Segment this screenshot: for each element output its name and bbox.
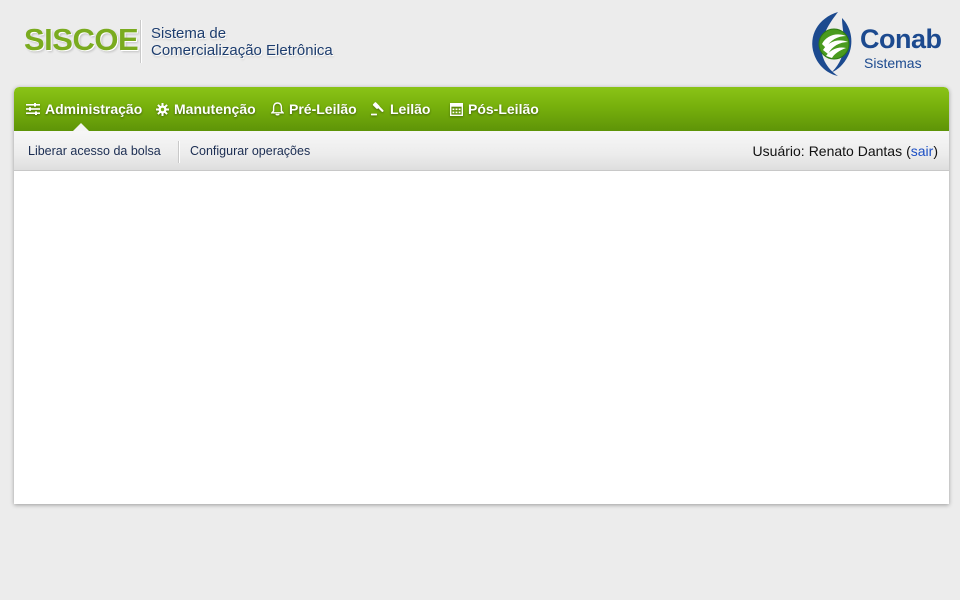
- menu-item-label: Pré-Leilão: [289, 101, 357, 117]
- system-name: Sistema de Comercialização Eletrônica: [151, 25, 333, 59]
- submenu-divider: [178, 141, 179, 163]
- conab-emblem-icon: [812, 12, 852, 76]
- menu-item-label: Pós-Leilão: [468, 101, 539, 117]
- menu-item-manutencao[interactable]: Manutenção: [156, 87, 256, 131]
- menu-item-pos-leilao[interactable]: Pós-Leilão: [450, 87, 539, 131]
- logout-close-paren: ): [933, 142, 938, 159]
- siscoe-logo[interactable]: SISCOE: [24, 24, 139, 55]
- menu-item-label: Administração: [45, 101, 143, 117]
- conab-logo[interactable]: Conab Sistemas: [808, 10, 948, 76]
- gavel-icon: [371, 102, 384, 116]
- menu-item-leilao[interactable]: Leilão: [371, 87, 430, 131]
- user-label: Usuário:: [752, 142, 805, 159]
- user-info: Usuário: Renato Dantas ( sair ): [753, 131, 938, 170]
- main-panel: Administração Manutenção Pré-Leilão Leil…: [14, 87, 949, 504]
- system-name-line1: Sistema de: [151, 25, 227, 42]
- submenu-bar: Liberar acesso da bolsa Configurar opera…: [14, 131, 949, 171]
- gear-icon: [156, 102, 169, 116]
- user-name: Renato Dantas: [808, 142, 903, 159]
- menu-item-label: Manutenção: [174, 101, 256, 117]
- conab-wordmark: Conab: [860, 24, 942, 54]
- active-menu-indicator: [73, 123, 89, 131]
- calculator-icon: [450, 102, 463, 116]
- logout-link[interactable]: sair: [911, 143, 934, 159]
- content-area: [14, 171, 949, 504]
- system-name-line2: Comercialização Eletrônica: [151, 42, 333, 59]
- conab-subtitle: Sistemas: [864, 55, 922, 71]
- menu-item-label: Leilão: [390, 101, 431, 117]
- app-header: SISCOE Sistema de Comercialização Eletrô…: [0, 0, 960, 86]
- bell-icon: [271, 102, 284, 116]
- submenu-configurar-operacoes[interactable]: Configurar operações: [190, 131, 310, 170]
- header-divider: [140, 20, 141, 63]
- submenu-liberar-acesso[interactable]: Liberar acesso da bolsa: [28, 131, 161, 170]
- menu-item-pre-leilao[interactable]: Pré-Leilão: [271, 87, 357, 131]
- main-menu: Administração Manutenção Pré-Leilão Leil…: [14, 87, 949, 131]
- sliders-icon: [26, 103, 40, 115]
